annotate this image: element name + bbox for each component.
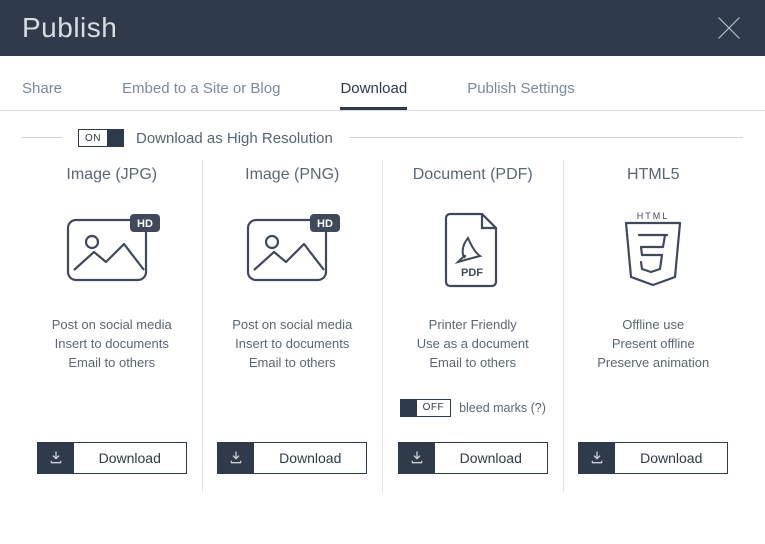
download-icon	[409, 450, 425, 466]
tab-embed[interactable]: Embed to a Site or Blog	[122, 66, 280, 110]
download-html5-label: Download	[615, 443, 727, 473]
option-pdf: Document (PDF) PDF Printer Friendly Use …	[383, 160, 564, 492]
dialog-title: Publish	[22, 12, 117, 44]
option-png-desc-2: Insert to documents	[232, 335, 352, 354]
option-jpg: Image (JPG) HD Post on social media Inse…	[22, 160, 203, 492]
toggle-knob	[401, 399, 417, 417]
svg-text:HTML: HTML	[637, 211, 670, 221]
option-jpg-title: Image (JPG)	[66, 166, 157, 184]
toggle-knob	[107, 129, 123, 147]
document-pdf-icon: PDF	[438, 210, 508, 290]
download-icon	[228, 450, 244, 466]
option-html5-desc-2: Present offline	[597, 335, 709, 354]
html5-icon: HTML	[616, 210, 690, 290]
bleed-marks-toggle[interactable]: OFF	[400, 399, 452, 417]
download-html5-button[interactable]: Download	[578, 442, 728, 474]
svg-text:PDF: PDF	[461, 267, 483, 279]
option-png-desc-3: Email to others	[232, 354, 352, 373]
tab-download[interactable]: Download	[340, 66, 407, 110]
high-resolution-toggle[interactable]: ON	[78, 129, 124, 147]
option-png: Image (PNG) HD Post on social media Inse…	[203, 160, 384, 492]
download-png-label: Download	[254, 443, 366, 473]
option-pdf-title: Document (PDF)	[413, 166, 533, 184]
high-resolution-label: Download as High Resolution	[136, 130, 333, 147]
download-jpg-label: Download	[74, 443, 186, 473]
option-html5: HTML5 HTML Offline use Present offline P…	[564, 160, 744, 492]
option-jpg-desc-1: Post on social media	[52, 316, 172, 335]
hd-badge: HD	[317, 218, 333, 230]
option-jpg-desc-2: Insert to documents	[52, 335, 172, 354]
tab-publish-settings[interactable]: Publish Settings	[467, 66, 575, 110]
download-icon	[589, 450, 605, 466]
download-pdf-label: Download	[435, 443, 547, 473]
option-html5-title: HTML5	[627, 166, 679, 184]
high-resolution-row: ON Download as High Resolution	[62, 124, 349, 152]
option-jpg-desc-3: Email to others	[52, 354, 172, 373]
option-html5-desc-1: Offline use	[597, 316, 709, 335]
tab-share[interactable]: Share	[22, 66, 62, 110]
option-pdf-desc-3: Email to others	[417, 354, 529, 373]
download-png-button[interactable]: Download	[217, 442, 367, 474]
download-pdf-button[interactable]: Download	[398, 442, 548, 474]
download-panel: ON Download as High Resolution Image (JP…	[0, 111, 765, 492]
close-icon	[715, 14, 743, 42]
download-icon	[48, 450, 64, 466]
toggle-off-label: OFF	[417, 402, 451, 413]
option-png-title: Image (PNG)	[245, 166, 339, 184]
option-html5-desc-3: Preserve animation	[597, 354, 709, 373]
tabs: Share Embed to a Site or Blog Download P…	[0, 66, 765, 111]
hd-badge: HD	[137, 218, 153, 230]
dialog-header: Publish	[0, 0, 765, 56]
option-pdf-desc-1: Printer Friendly	[417, 316, 529, 335]
option-pdf-desc-2: Use as a document	[417, 335, 529, 354]
toggle-on-label: ON	[79, 133, 107, 144]
bleed-marks-label: bleed marks (?)	[459, 401, 546, 415]
option-png-desc-1: Post on social media	[232, 316, 352, 335]
image-jpg-icon: HD	[64, 210, 160, 290]
download-jpg-button[interactable]: Download	[37, 442, 187, 474]
close-button[interactable]	[715, 14, 743, 42]
image-png-icon: HD	[244, 210, 340, 290]
